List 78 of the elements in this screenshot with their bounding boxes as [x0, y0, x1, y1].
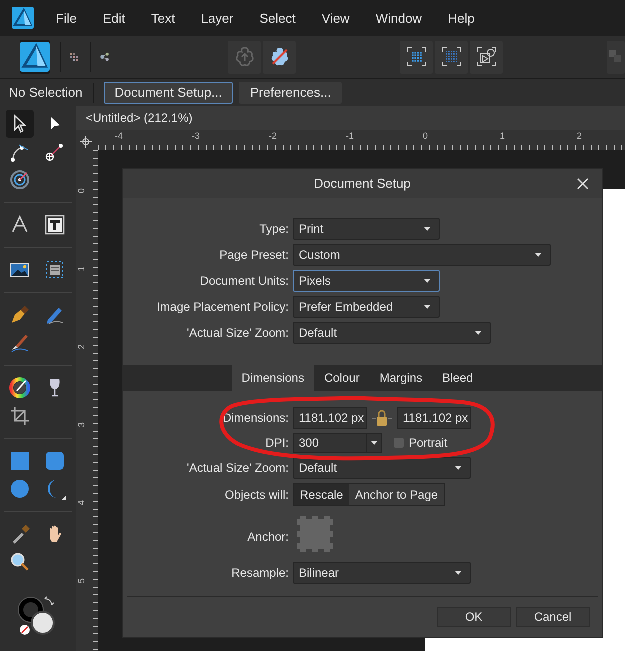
- snap-pixel-button[interactable]: [435, 40, 468, 74]
- checkbox-label: Portrait: [409, 436, 448, 450]
- dot-grid-icon: [440, 46, 462, 68]
- caret-icon: [455, 466, 462, 470]
- field-label: Objects will:: [224, 488, 289, 502]
- selection-status: No Selection: [9, 85, 83, 100]
- menu-item[interactable]: Layer: [201, 10, 234, 26]
- height-field[interactable]: 1181.102 px: [397, 407, 471, 429]
- shapes-icon: [476, 46, 498, 68]
- tab[interactable]: Bleed: [432, 365, 484, 391]
- ruler-label: 2: [76, 344, 86, 350]
- dropdown[interactable]: Default: [293, 322, 491, 344]
- ruler-label: -3: [192, 131, 200, 141]
- context-button[interactable]: Document Setup...: [104, 82, 234, 104]
- tab[interactable]: Colour: [314, 365, 370, 391]
- caret-icon: [370, 441, 378, 445]
- ruler-label: 0: [76, 188, 86, 194]
- field-label: 'Actual Size' Zoom:: [187, 326, 289, 340]
- field-label: Type:: [260, 222, 289, 236]
- snap-grid-button[interactable]: [400, 40, 433, 74]
- pointer-icon[interactable]: [6, 110, 34, 138]
- field-label: DPI:: [266, 436, 289, 450]
- dropdown[interactable]: Bilinear: [293, 562, 471, 584]
- close-icon[interactable]: [577, 178, 589, 190]
- dropdown[interactable]: Print: [293, 218, 440, 240]
- tab[interactable]: Margins: [370, 365, 433, 391]
- field-label: Document Units:: [200, 274, 289, 288]
- dialog-button[interactable]: OK: [437, 607, 511, 627]
- padlock-icon[interactable]: [372, 409, 392, 427]
- persona-button[interactable]: [20, 40, 50, 74]
- menu-item[interactable]: Window: [376, 10, 422, 26]
- field-label: Dimensions:: [222, 411, 289, 425]
- tab[interactable]: Dimensions: [232, 365, 314, 391]
- dropdown[interactable]: Prefer Embedded: [293, 296, 440, 318]
- context-button[interactable]: Preferences...: [239, 82, 342, 104]
- ruler-label: 2: [577, 131, 582, 141]
- caret-icon: [424, 227, 431, 231]
- app-logo-icon: [12, 7, 34, 29]
- caret-icon: [455, 571, 462, 575]
- checkbox[interactable]: [394, 438, 404, 448]
- dpi-combo[interactable]: 300: [293, 433, 382, 453]
- ruler-label: -1: [346, 131, 354, 141]
- ruler-label: 3: [76, 422, 86, 428]
- ruler-label: 5: [76, 578, 86, 584]
- app-logo-icon: [20, 42, 50, 72]
- field-label: Page Preset:: [220, 248, 289, 262]
- width-field[interactable]: 1181.102 px: [293, 407, 367, 429]
- ruler-label: -2: [269, 131, 278, 141]
- ruler-label: -4: [115, 131, 124, 141]
- field-label: Image Placement Policy:: [156, 300, 289, 314]
- dot-grid-icon: [406, 46, 428, 68]
- flower-upload-icon: [234, 46, 256, 68]
- caret-icon: [475, 331, 482, 335]
- field-label: Resample:: [232, 566, 289, 580]
- segment-button[interactable]: Rescale: [294, 484, 350, 505]
- field-label: 'Actual Size' Zoom:: [187, 461, 289, 475]
- ruler-label: 1: [500, 131, 506, 141]
- dialog-title: Document Setup: [314, 176, 411, 191]
- caret-icon: [424, 279, 431, 283]
- caret-icon: [424, 305, 431, 309]
- menu-item[interactable]: View: [322, 10, 350, 26]
- caret-icon: [535, 253, 542, 257]
- document-tab[interactable]: <Untitled> (212.1%): [76, 106, 625, 130]
- dropdown[interactable]: Pixels: [293, 270, 440, 292]
- dialog-button[interactable]: Cancel: [516, 607, 590, 627]
- menu-item[interactable]: Select: [260, 10, 296, 26]
- ruler-label: 1: [76, 266, 86, 272]
- menu-item[interactable]: Help: [448, 10, 475, 26]
- segment-button[interactable]: Anchor to Page: [349, 484, 444, 505]
- field-label: Anchor:: [248, 530, 289, 544]
- snap-objects-button[interactable]: [470, 40, 503, 74]
- menu-item[interactable]: Edit: [102, 10, 126, 26]
- disable-button[interactable]: [263, 40, 296, 74]
- dropdown[interactable]: Custom: [293, 244, 551, 266]
- ruler-label: 4: [76, 500, 86, 506]
- menu-item[interactable]: Text: [151, 10, 176, 26]
- menu-item[interactable]: File: [56, 10, 77, 26]
- ruler-label: 0: [423, 131, 428, 141]
